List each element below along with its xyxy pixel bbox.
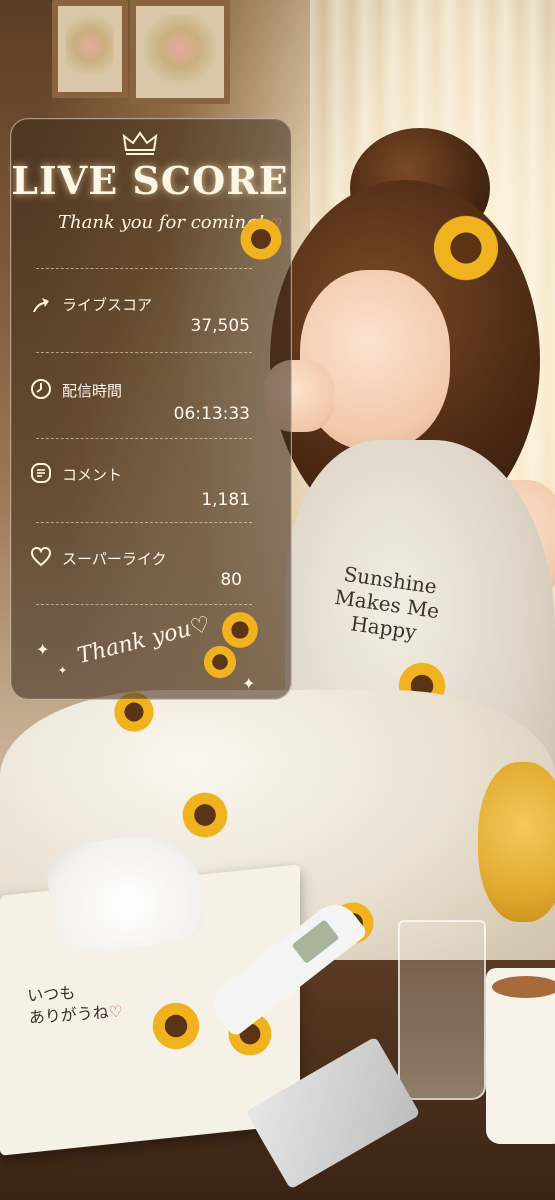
sparkle-icon: ✦: [242, 674, 256, 693]
clock-icon: [31, 379, 51, 399]
stream-time-label: 配信時間: [62, 382, 123, 400]
stream-time-value: 06:13:33: [173, 404, 250, 424]
super-like-value: 80: [220, 570, 242, 590]
divider: [36, 352, 252, 353]
divider: [36, 438, 252, 439]
box-sunflower: [150, 1000, 202, 1052]
card-title: LIVE SCORE: [11, 158, 289, 203]
divider: [36, 522, 252, 523]
sunflower-plush: [478, 762, 555, 922]
tissue-box-message: いつも ありがうね♡: [27, 979, 124, 1029]
wall-picture-frame: [130, 0, 230, 104]
card-sunflower: [238, 216, 284, 262]
wall-picture-frame: [52, 0, 128, 98]
heart-icon: ♡: [108, 1001, 124, 1022]
sparkle-icon: ✦: [58, 664, 68, 677]
water-glass: [398, 920, 486, 1100]
crown-icon: [122, 131, 158, 155]
heart-icon: [30, 546, 52, 567]
card-sunflower: [220, 610, 260, 650]
blanket-sunflower: [180, 790, 230, 840]
comment-icon: [31, 463, 51, 483]
box-text-line: ありがうね: [28, 1002, 110, 1028]
live-score-label: ライブスコア: [62, 296, 153, 314]
card-sunflower: [202, 644, 238, 680]
live-score-value: 37,505: [190, 316, 250, 336]
super-like-label: スーパーライク: [62, 550, 167, 568]
divider: [36, 268, 252, 269]
divider: [36, 604, 252, 605]
coffee-mug: [486, 968, 555, 1144]
comment-label: コメント: [62, 466, 123, 484]
arrow-up-icon: [33, 298, 49, 312]
hair-sunflower: [430, 212, 502, 284]
sparkle-icon: ✦: [36, 640, 50, 659]
comment-value: 1,181: [201, 490, 250, 510]
